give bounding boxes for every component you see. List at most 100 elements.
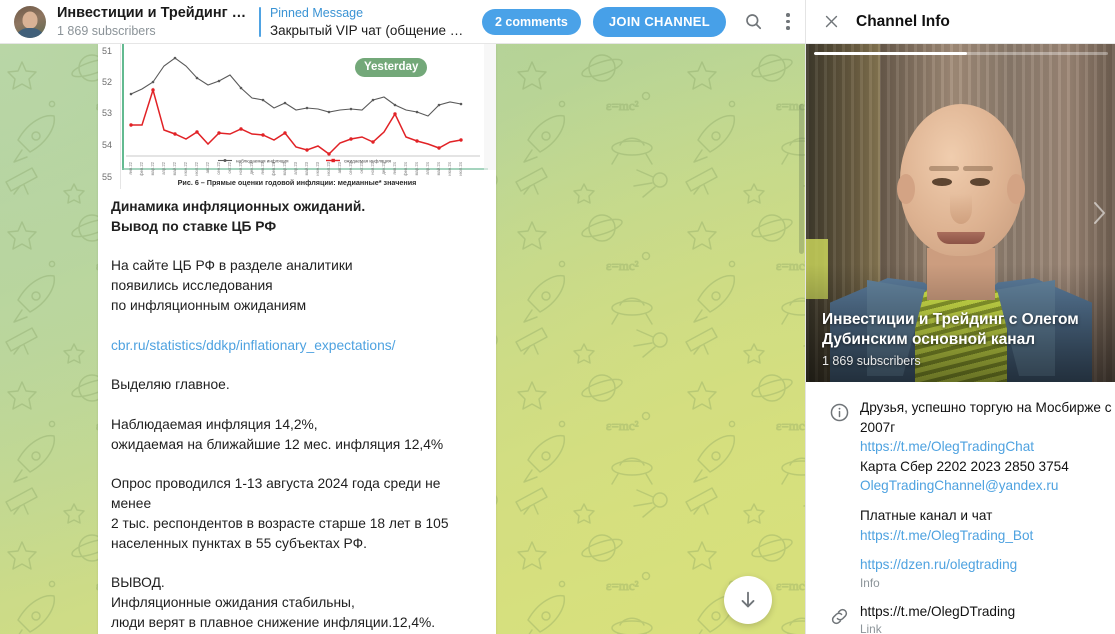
message-paragraph: ВЫВОД. <box>111 575 165 591</box>
svg-text:авг.23: авг.23 <box>337 161 342 173</box>
svg-text:май.23: май.23 <box>304 161 309 175</box>
message-paragraph: ожидаемая на ближайшие 12 мес. инфляция … <box>111 436 444 452</box>
svg-text:июл.24: июл.24 <box>458 161 463 175</box>
channel-info-header: Channel Info <box>806 0 1115 44</box>
svg-text:фев.22: фев.22 <box>139 161 144 175</box>
info-line-text: Карта Сбер 2202 2023 2850 3754 <box>860 458 1069 474</box>
svg-text:сен.22: сен.22 <box>216 161 221 174</box>
person-eye-left <box>932 178 952 186</box>
channel-name: Инвестиции и Трейдинг с Олегом Дубинским… <box>822 311 1079 348</box>
chevron-right-icon[interactable] <box>1086 193 1112 233</box>
svg-text:июл.23: июл.23 <box>326 161 331 175</box>
info-line-link[interactable]: https://dzen.ru/olegtrading <box>860 555 1101 575</box>
message-paragraph: Инфляционные ожидания стабильны, <box>111 594 355 610</box>
svg-text:апр.22: апр.22 <box>161 161 166 174</box>
svg-text:мар.23: мар.23 <box>282 161 287 175</box>
person-brow-left <box>929 166 959 171</box>
info-line-link[interactable]: https://t.me/OlegTradingChat <box>860 437 1101 457</box>
svg-text:янв.24: янв.24 <box>392 161 397 174</box>
info-line-link[interactable]: OlegTradingChannel@yandex.ru <box>860 476 1101 496</box>
channel-avatar[interactable] <box>14 5 46 38</box>
svg-text:мар.24: мар.24 <box>414 161 419 175</box>
message-paragraph: На сайте ЦБ РФ в разделе аналитики <box>111 258 353 274</box>
info-row-caption: Link <box>860 622 882 634</box>
join-channel-button[interactable]: JOIN CHANNEL <box>592 6 726 37</box>
chat-header: Инвестиции и Трейдинг с О... 1 869 subsc… <box>0 0 805 44</box>
message-paragraph-spacer <box>111 395 482 415</box>
svg-text:янв.22: янв.22 <box>128 161 133 174</box>
message-link[interactable]: cbr.ru/statistics/ddkp/inflationary_expe… <box>111 336 482 356</box>
info-line-spacer <box>860 496 1101 506</box>
chat-scrollbar[interactable] <box>798 44 805 634</box>
svg-text:мар.22: мар.22 <box>150 161 155 175</box>
svg-text:июн.22: июн.22 <box>183 161 188 175</box>
svg-text:фев.24: фев.24 <box>403 161 408 175</box>
arrow-down-icon <box>741 591 755 608</box>
svg-text:фев.23: фев.23 <box>271 161 276 175</box>
person-nose <box>950 194 972 224</box>
svg-text:июн.24: июн.24 <box>447 161 452 175</box>
info-line-spacer <box>860 545 1101 555</box>
info-line-text: Друзья, успешно торгую на Мосбирже с <box>860 400 1112 415</box>
info-row-body: Друзья, успешно торгую на Мосбирже с 2007… <box>860 398 1112 590</box>
chat-title-block[interactable]: Инвестиции и Трейдинг с О... 1 869 subsc… <box>57 5 251 39</box>
svg-text:наблюдаемая инфляция: наблюдаемая инфляция <box>236 158 289 163</box>
info-row-body: https://t.me/OlegDTrading Link <box>860 602 1101 634</box>
channel-info-rows: Друзья, успешно торгую на Мосбирже с 2007… <box>806 382 1115 634</box>
photo-caption: Инвестиции и Трейдинг с Олегом Дубинским… <box>822 310 1104 368</box>
pinned-message[interactable]: Pinned Message Закрытый VIP чат (общение… <box>270 5 470 39</box>
message-bubble[interactable]: янв.22 фев.22 мар.22 апр.22 май.22 июн.2… <box>98 44 496 634</box>
info-line-link[interactable]: https://t.me/OlegTrading_Bot <box>860 526 1101 546</box>
svg-text:апр.24: апр.24 <box>425 161 430 174</box>
line-number: 52 <box>102 77 113 87</box>
svg-text:апр.23: апр.23 <box>293 161 298 174</box>
close-icon[interactable] <box>814 5 848 39</box>
message-paragraph-bold: Динамика инфляционных ожиданий. <box>111 199 366 214</box>
line-number: 53 <box>102 108 113 118</box>
search-icon[interactable] <box>736 5 770 39</box>
chat-background: ε=mc² <box>0 44 805 634</box>
message-photo[interactable]: янв.22 фев.22 мар.22 апр.22 май.22 июн.2… <box>98 44 496 189</box>
photo-progress-bar[interactable] <box>814 52 1108 55</box>
document-line-numbers: 51 52 53 54 55 <box>98 44 120 189</box>
telegram-window: Инвестиции и Трейдинг с О... 1 869 subsc… <box>0 0 1115 634</box>
inflation-chart: янв.22 фев.22 мар.22 апр.22 май.22 июн.2… <box>98 44 496 189</box>
pinned-text: Закрытый VIP чат (общение без ре... <box>269 22 470 38</box>
message-paragraph: появились исследования <box>111 278 273 294</box>
comments-button[interactable]: 2 comments <box>481 8 581 35</box>
info-row-caption: Info <box>860 575 880 590</box>
message-paragraph: Наблюдаемая инфляция 14,2%, <box>111 416 318 432</box>
message-paragraph-bold: Вывод по ставке ЦБ РФ <box>111 218 277 234</box>
channel-subscribers: 1 869 subscribers <box>822 354 921 368</box>
message-text: Динамика инфляционных ожиданий. Вывод по … <box>98 189 496 634</box>
link-icon <box>818 602 860 627</box>
message-link-anchor[interactable]: cbr.ru/statistics/ddkp/inflationary_expe… <box>111 338 396 353</box>
info-line-text: Платные канал и чат <box>860 507 993 523</box>
info-row[interactable]: https://t.me/OlegDTrading Link <box>806 596 1115 634</box>
avatar-body <box>15 27 45 38</box>
message-paragraph-spacer <box>111 237 482 257</box>
avatar-face <box>22 11 38 29</box>
chat-subscribers: 1 869 subscribers <box>57 23 156 38</box>
more-vertical-icon[interactable] <box>771 5 805 39</box>
svg-text:май.22: май.22 <box>172 161 177 175</box>
chat-column: Инвестиции и Трейдинг с О... 1 869 subsc… <box>0 0 805 634</box>
scroll-to-bottom-button[interactable] <box>724 576 772 624</box>
message-paragraph-spacer <box>111 355 482 375</box>
yesterday-badge: Yesterday <box>355 58 428 77</box>
info-row[interactable]: Друзья, успешно торгую на Мосбирже с 2007… <box>806 392 1115 596</box>
message-paragraph: люди верят в плавное снижение инфляции.1… <box>111 614 436 630</box>
info-line-text: 2007г <box>860 419 896 435</box>
message-paragraph-spacer <box>111 316 482 336</box>
svg-text:ожидаемая инфляция: ожидаемая инфляция <box>344 158 392 163</box>
svg-text:авг.22: авг.22 <box>205 161 210 173</box>
channel-photo[interactable]: Инвестиции и Трейдинг с Олегом Дубинским… <box>806 44 1115 382</box>
svg-text:июл.22: июл.22 <box>194 161 199 175</box>
line-number: 51 <box>102 46 113 56</box>
pinned-divider <box>259 6 261 37</box>
info-line-text: https://t.me/OlegDTrading <box>860 603 1016 619</box>
more-dots <box>786 13 790 30</box>
chart-caption: Рис. 6 – Прямые оценки годовой инфляции:… <box>177 178 417 187</box>
chat-scrollbar-thumb[interactable] <box>799 104 804 254</box>
svg-text:май.24: май.24 <box>436 161 441 175</box>
